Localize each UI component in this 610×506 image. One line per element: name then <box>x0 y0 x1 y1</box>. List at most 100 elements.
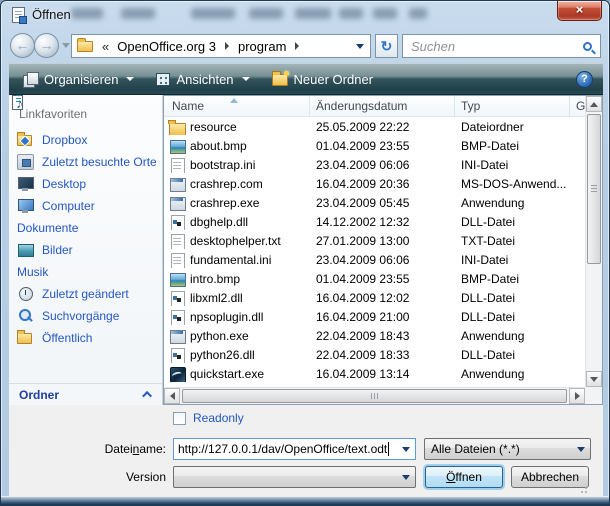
file-date: 25.05.2009 22:22 <box>310 120 455 134</box>
resize-grip[interactable] <box>579 487 587 495</box>
sidebar-item-icon <box>12 95 23 110</box>
sidebar-item[interactable]: Computer <box>9 195 162 217</box>
sidebar-item[interactable]: Suchvorgänge <box>9 305 162 327</box>
sidebar-item[interactable]: Musik <box>9 261 162 283</box>
search-input[interactable]: Suchen <box>402 34 601 58</box>
refresh-button[interactable]: ↻ <box>375 34 398 58</box>
readonly-checkbox[interactable] <box>173 412 186 425</box>
file-icon <box>169 233 185 249</box>
close-button[interactable]: × <box>557 1 602 21</box>
filetype-dropdown-icon[interactable] <box>577 447 585 452</box>
sidebar-item[interactable]: Bilder <box>9 239 162 261</box>
scroll-right-button[interactable] <box>569 388 585 404</box>
address-dropdown-icon[interactable] <box>356 44 364 49</box>
column-header-size[interactable]: G <box>570 96 585 116</box>
sidebar-item-icon <box>17 308 34 324</box>
sidebar-item[interactable]: Zuletzt besuchte Orte <box>9 151 162 173</box>
blurred-menu-blob <box>191 8 235 19</box>
table-row[interactable]: intro.bmp 01.04.2009 23:55 BMP-Datei <box>164 269 585 288</box>
table-row[interactable]: about.bmp 01.04.2009 23:55 BMP-Datei <box>164 136 585 155</box>
filetype-value: Alle Dateien (*.*) <box>431 442 520 456</box>
table-row[interactable]: fundamental.ini 23.04.2009 06:06 INI-Dat… <box>164 250 585 269</box>
vertical-scroll-thumb[interactable] <box>587 114 601 264</box>
filetype-select[interactable]: Alle Dateien (*.*) <box>424 438 591 460</box>
sidebar-item[interactable]: Zuletzt geändert <box>9 283 162 305</box>
organize-label: Organisieren <box>44 72 118 87</box>
sidebar-item[interactable]: Desktop <box>9 173 162 195</box>
column-header-name[interactable]: Name <box>164 96 310 116</box>
nav-history-dropdown-icon[interactable] <box>62 43 70 48</box>
organize-icon <box>23 72 38 86</box>
sidebar-item[interactable]: Öffentlich <box>9 327 162 349</box>
organize-button[interactable]: Organisieren <box>15 68 142 91</box>
dialog-icon <box>12 7 25 23</box>
blurred-menu-blob <box>121 8 155 19</box>
dialog-footer: Readonly Dateiname: http://127.0.0.1/dav… <box>9 405 603 498</box>
blurred-menu-blob <box>373 8 397 19</box>
sidebar-item-icon <box>17 286 34 302</box>
table-row[interactable]: python26.dll 22.04.2009 18:33 DLL-Datei <box>164 345 585 364</box>
breadcrumb-separator-icon[interactable] <box>295 42 299 50</box>
column-header-type[interactable]: Typ <box>455 96 570 116</box>
titlebar[interactable]: Öffnen × <box>1 1 609 29</box>
scroll-up-button[interactable] <box>586 96 602 112</box>
new-folder-icon <box>272 74 288 86</box>
table-row[interactable]: crashrep.exe 23.04.2009 05:45 Anwendung <box>164 193 585 212</box>
breadcrumb[interactable]: « OpenOffice.org 3 program <box>71 34 371 58</box>
table-row[interactable]: desktophelper.txt 27.01.2009 13:00 TXT-D… <box>164 231 585 250</box>
new-folder-button[interactable]: Neuer Ordner <box>264 68 381 91</box>
file-name: bootstrap.ini <box>190 158 255 172</box>
table-row[interactable]: crashrep.com 16.04.2009 20:36 MS-DOS-Anw… <box>164 174 585 193</box>
file-type: DLL-Datei <box>455 348 570 362</box>
background-window-edge <box>1 496 610 505</box>
cancel-button[interactable]: Abbrechen <box>511 466 589 488</box>
scroll-left-button[interactable] <box>164 388 180 404</box>
file-type: Dateiordner <box>455 120 570 134</box>
version-select[interactable] <box>173 466 416 488</box>
file-type: Anwendung <box>455 367 570 381</box>
views-button[interactable]: Ansichten <box>148 68 257 91</box>
table-row[interactable]: dbghelp.dll 14.12.2002 12:32 DLL-Datei <box>164 212 585 231</box>
file-date: 22.04.2009 18:33 <box>310 348 455 362</box>
file-name: desktophelper.txt <box>190 234 281 248</box>
file-icon <box>169 119 185 135</box>
file-icon <box>169 195 185 211</box>
file-icon <box>169 271 185 287</box>
table-row[interactable]: python.exe 22.04.2009 18:43 Anwendung <box>164 326 585 345</box>
file-type: Anwendung <box>455 196 570 210</box>
scroll-down-button[interactable] <box>586 371 602 387</box>
filename-dropdown-icon[interactable] <box>402 447 410 452</box>
horizontal-scroll-thumb[interactable] <box>182 389 567 403</box>
table-row[interactable]: libxml2.dll 16.04.2009 12:02 DLL-Datei <box>164 288 585 307</box>
readonly-label[interactable]: Readonly <box>193 411 244 425</box>
column-header-date[interactable]: Änderungsdatum <box>310 96 455 116</box>
file-icon <box>169 252 185 268</box>
forward-button[interactable]: → <box>34 33 59 58</box>
breadcrumb-item[interactable]: program <box>234 39 290 54</box>
version-dropdown-icon[interactable] <box>402 475 410 480</box>
table-row[interactable]: resource 25.05.2009 22:22 Dateiordner <box>164 117 585 136</box>
sidebar-item[interactable]: Dropbox <box>9 129 162 151</box>
table-row[interactable]: npsoplugin.dll 16.04.2009 21:00 DLL-Date… <box>164 307 585 326</box>
sidebar-item-label: Desktop <box>42 177 86 191</box>
sidebar-item-icon <box>17 242 34 258</box>
open-button[interactable]: Öffnen <box>425 466 503 488</box>
table-row[interactable]: quickstart.exe 16.04.2009 13:14 Anwendun… <box>164 364 585 383</box>
views-grid-icon <box>156 73 170 86</box>
sidebar-item[interactable]: Dokumente <box>9 217 162 239</box>
sidebar-item-label: Bilder <box>42 243 73 257</box>
breadcrumb-separator-icon[interactable] <box>225 42 229 50</box>
filename-input[interactable]: http://127.0.0.1/dav/OpenOffice/text.odt <box>173 438 416 460</box>
sidebar-item-label: Öffentlich <box>42 331 92 345</box>
help-button[interactable]: ? <box>576 71 593 88</box>
command-toolbar: Organisieren Ansichten Neuer Ordner ? <box>9 63 603 95</box>
breadcrumb-item[interactable]: OpenOffice.org 3 <box>113 39 220 54</box>
filename-label: Dateiname: <box>66 442 166 456</box>
breadcrumb-overflow-chevrons[interactable]: « <box>102 39 109 54</box>
back-button[interactable]: ← <box>10 33 35 58</box>
vertical-scrollbar[interactable] <box>585 96 602 387</box>
horizontal-scrollbar[interactable] <box>164 387 585 404</box>
table-row[interactable]: bootstrap.ini 23.04.2009 06:06 INI-Datei <box>164 155 585 174</box>
folders-expander[interactable]: Ordner <box>9 383 162 405</box>
file-icon <box>169 214 185 230</box>
